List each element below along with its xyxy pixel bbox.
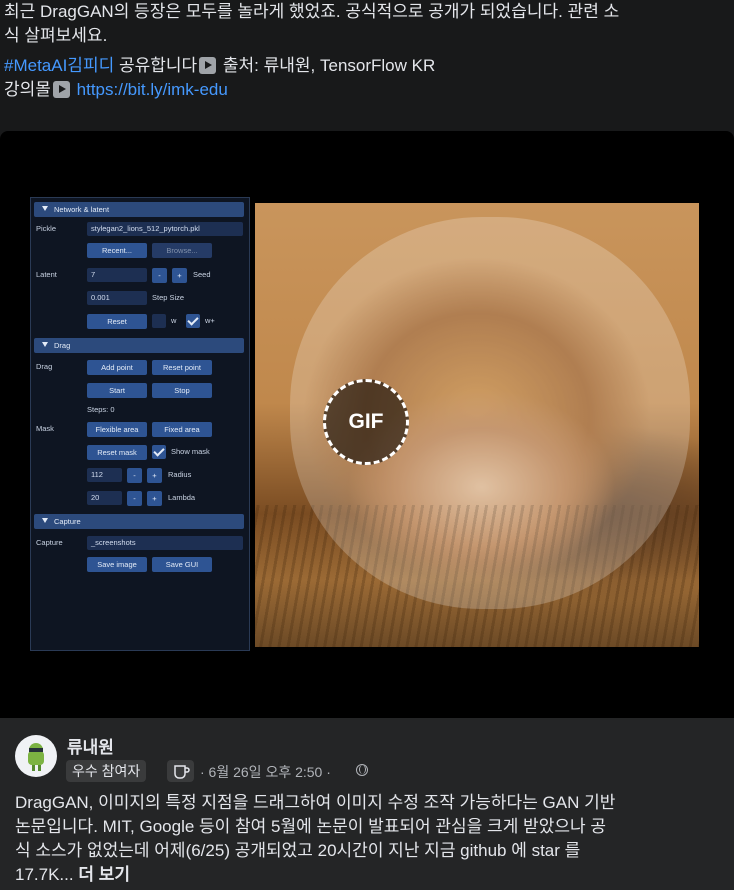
fixed-area-button: Fixed area <box>152 422 212 437</box>
post-course-line: 강의몰 https://bit.ly/imk-edu <box>4 78 730 102</box>
capture-label: Capture <box>36 538 63 547</box>
comment-timestamp[interactable]: · 6월 26일 오후 2:50 · <box>200 762 331 782</box>
w-label: w <box>171 316 177 325</box>
radius-plus-button: + <box>147 468 162 483</box>
seed-label: Seed <box>193 270 211 279</box>
avatar[interactable] <box>15 735 57 777</box>
see-more-link[interactable]: 더 보기 <box>78 865 130 884</box>
comment-line-1: DragGAN, 이미지의 특정 지점을 드래그하여 이미지 수정 조작 가능하… <box>15 793 616 812</box>
reset-latent-button: Reset <box>87 314 147 329</box>
play-emoji-icon <box>52 81 70 98</box>
collapse-triangle-icon <box>42 206 48 211</box>
recent-button: Recent... <box>87 243 147 258</box>
wplus-checkbox <box>186 314 200 328</box>
network-section-header: Network & latent <box>34 202 244 217</box>
top-contributor-badge: 우수 참여자 <box>66 760 147 782</box>
post-share-line: #MetaAI김피디 공유합니다 출처: 류내원, TensorFlow KR <box>4 54 730 78</box>
lambda-minus-button: - <box>127 491 142 506</box>
capture-section-header: Capture <box>34 514 244 529</box>
mask-label: Mask <box>36 424 54 433</box>
radius-minus-button: - <box>127 468 142 483</box>
comment-truncated: 17.7K... <box>15 865 74 884</box>
pickle-label: Pickle <box>36 224 57 233</box>
hashtag-link[interactable]: #MetaAI김피디 <box>4 56 114 75</box>
source-text: 출처: 류내원, TensorFlow KR <box>218 56 436 75</box>
comment-text: DragGAN, 이미지의 특정 지점을 드래그하여 이미지 수정 조작 가능하… <box>15 791 720 887</box>
play-emoji-icon <box>199 57 217 74</box>
collapse-triangle-icon <box>42 518 48 523</box>
start-button: Start <box>87 383 147 398</box>
flexible-area-button: Flexible area <box>87 422 147 437</box>
add-point-button: Add point <box>87 360 147 375</box>
draggan-gui-panel: Network & latent Pickle stylegan2_lions_… <box>30 197 250 651</box>
course-label: 강의몰 <box>4 80 51 99</box>
latent-label: Latent <box>36 270 57 279</box>
latent-plus-button: + <box>172 268 187 283</box>
share-text: 공유합니다 <box>114 56 198 75</box>
drag-section-header: Drag <box>34 338 244 353</box>
post-line-2: 식 살펴보세요. <box>4 26 108 45</box>
lambda-field: 20 <box>87 491 122 505</box>
lambda-plus-button: + <box>147 491 162 506</box>
save-image-button: Save image <box>87 557 147 572</box>
radius-label: Radius <box>168 470 192 479</box>
browse-button: Browse... <box>152 243 212 258</box>
comment-author[interactable]: 류내원 <box>67 733 114 758</box>
show-mask-label: Show mask <box>171 447 210 456</box>
coffee-cup-icon <box>167 760 194 782</box>
save-gui-button: Save GUI <box>152 557 212 572</box>
radius-field: 112 <box>87 468 122 482</box>
steps-readout: Steps: 0 <box>87 405 115 414</box>
show-mask-checkbox <box>152 445 166 459</box>
pickle-field: stylegan2_lions_512_pytorch.pkl <box>87 222 243 236</box>
comment-line-4: 17.7K... 더 보기 <box>15 863 720 887</box>
globe-icon <box>356 764 368 776</box>
comment-line-3: 식 소스가 없었는데 어제(6/25) 공개되었고 20시간이 지난 지금 gi… <box>15 841 581 860</box>
stop-button: Stop <box>152 383 212 398</box>
w-checkbox <box>152 314 166 328</box>
collapse-triangle-icon <box>42 342 48 347</box>
gif-play-button[interactable]: GIF <box>323 379 409 465</box>
post-text: 최근 DragGAN의 등장은 모두를 놀라게 했었죠. 공식적으로 공개가 되… <box>4 0 730 102</box>
course-link[interactable]: https://bit.ly/imk-edu <box>77 80 228 99</box>
post-line-1: 최근 DragGAN의 등장은 모두를 놀라게 했었죠. 공식적으로 공개가 되… <box>4 2 620 21</box>
wplus-label: w+ <box>205 316 215 325</box>
drag-label: Drag <box>36 362 53 371</box>
comment: 류내원 우수 참여자 · 6월 26일 오후 2:50 · DragGAN, 이… <box>0 718 734 890</box>
latent-minus-button: - <box>152 268 167 283</box>
comment-line-2: 논문입니다. MIT, Google 등이 참여 5월에 논문이 발표되어 관심… <box>15 817 606 836</box>
reset-point-button: Reset point <box>152 360 212 375</box>
step-size-field: 0.001 <box>87 291 147 305</box>
reset-mask-button: Reset mask <box>87 445 147 460</box>
step-size-label: Step Size <box>152 293 185 302</box>
latent-field: 7 <box>87 268 147 282</box>
capture-field: _screenshots <box>87 536 243 550</box>
post-media[interactable]: Network & latent Pickle stylegan2_lions_… <box>0 131 734 718</box>
lambda-label: Lambda <box>168 493 196 502</box>
